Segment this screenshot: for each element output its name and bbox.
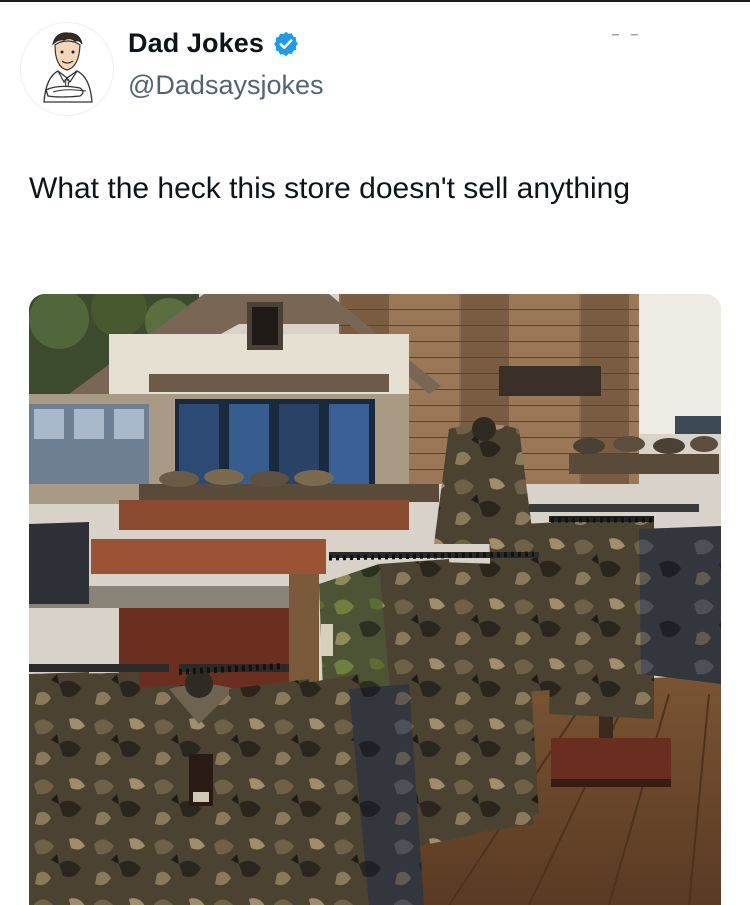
cartoon-dad-avatar-icon xyxy=(43,32,93,103)
more-options-icon[interactable] xyxy=(610,28,640,40)
tweet-photo[interactable] xyxy=(29,294,721,905)
top-divider xyxy=(0,0,750,2)
author-avatar[interactable] xyxy=(20,22,114,116)
tweet-text: What the heck this store doesn't sell an… xyxy=(29,172,631,205)
author-name-row: Dad Jokes xyxy=(128,28,300,59)
author-handle[interactable]: @Dadsaysjokes xyxy=(128,70,324,101)
author-display-name[interactable]: Dad Jokes xyxy=(128,28,264,59)
verified-badge-icon xyxy=(272,30,300,58)
store-photo xyxy=(29,294,721,905)
